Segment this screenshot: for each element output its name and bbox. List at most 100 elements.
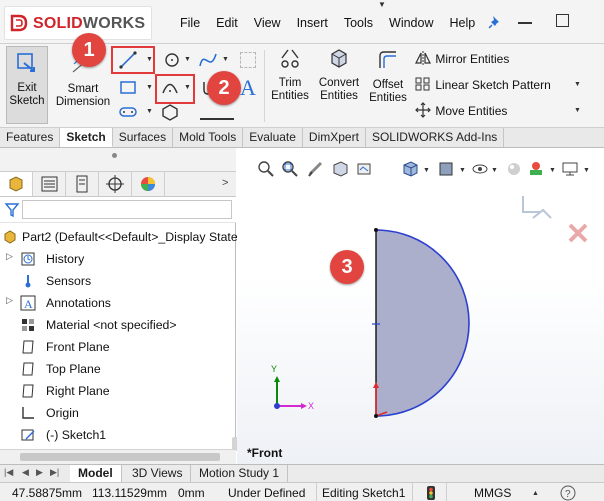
axis-x-label: X	[308, 401, 315, 411]
last-tab-icon[interactable]: ▶|	[50, 467, 59, 478]
circle-icon[interactable]	[162, 50, 182, 70]
panel-grip[interactable]	[112, 153, 117, 158]
dimxpert-manager-tab[interactable]	[99, 172, 132, 196]
convert-entities-button[interactable]: Convert Entities	[314, 48, 364, 103]
rectangle-icon[interactable]	[118, 78, 138, 98]
tab-surfaces[interactable]: Surfaces	[113, 128, 174, 147]
polygon-icon[interactable]	[160, 102, 180, 122]
tree-item-sensors[interactable]: Sensors	[0, 270, 236, 292]
tree-item-right-plane[interactable]: Right Plane	[0, 380, 236, 402]
chevron-down-icon[interactable]: ▼	[146, 84, 153, 91]
graphics-area[interactable]: ✕ ▼ ▼ ▼ ▼ ▼	[237, 148, 604, 464]
command-manager-tabs: Features Sketch Surfaces Mold Tools Eval…	[0, 128, 604, 148]
linear-sketch-pattern-button[interactable]: Linear Sketch Pattern	[414, 76, 551, 92]
display-manager-tab[interactable]	[132, 172, 165, 196]
rebuild-traffic-light-icon[interactable]	[426, 486, 436, 500]
tab-model[interactable]: Model	[70, 465, 122, 482]
spline-icon[interactable]	[198, 50, 218, 70]
chevron-down-icon[interactable]: ▼	[574, 81, 581, 88]
property-manager-tab[interactable]	[33, 172, 66, 196]
prev-tab-icon[interactable]: ◀	[22, 467, 29, 478]
tree-item-sketch1[interactable]: (-) Sketch1	[0, 424, 236, 446]
tab-solidworks-add-ins[interactable]: SOLIDWORKS Add-Ins	[366, 128, 505, 147]
status-sketch-state: Under Defined	[228, 486, 306, 500]
slot-icon[interactable]	[118, 102, 138, 122]
move-entities-button[interactable]: Move Entities	[414, 102, 507, 118]
menu-window[interactable]: Window	[381, 16, 441, 30]
tree-item-origin[interactable]: Origin	[0, 402, 236, 424]
mirror-entities-button[interactable]: Mirror Entities	[414, 50, 509, 66]
status-unit-system[interactable]: MMGS	[474, 486, 511, 500]
status-y-coordinate: 113.11529mm	[92, 486, 167, 500]
sketch-point[interactable]	[374, 414, 378, 418]
tree-item-top-plane[interactable]: Top Plane	[0, 358, 236, 380]
tab-features[interactable]: Features	[0, 128, 61, 147]
offset-entities-button[interactable]: Offset Entities	[366, 48, 410, 105]
configuration-manager-tab[interactable]	[66, 172, 99, 196]
highlight-line-tool	[111, 46, 155, 74]
sketch-point[interactable]	[374, 228, 378, 232]
chevron-down-icon[interactable]: ▼	[574, 107, 581, 114]
help-icon[interactable]: ?	[560, 485, 576, 501]
menu-edit[interactable]: Edit	[208, 16, 246, 30]
status-bar: 47.58875mm 113.11529mm 0mm Under Defined…	[0, 482, 604, 501]
ribbon-separator	[264, 50, 265, 122]
expand-icon[interactable]: ▷	[6, 251, 13, 262]
filter-icon[interactable]	[4, 202, 20, 218]
display-manager-icon	[141, 177, 155, 191]
feature-manager-tab[interactable]	[0, 172, 33, 196]
menu-bar: File Edit View Insert Tools Window Help	[172, 16, 483, 30]
move-icon	[415, 102, 431, 118]
chevron-down-icon[interactable]: ▼	[184, 56, 191, 63]
menu-file[interactable]: File	[172, 16, 208, 30]
grid-icon[interactable]	[240, 52, 256, 68]
chevron-down-icon[interactable]: ▼	[222, 56, 229, 63]
horizontal-scrollbar[interactable]	[0, 449, 236, 464]
exit-sketch-button[interactable]: Exit Sketch	[6, 46, 48, 124]
next-tab-icon[interactable]: ▶	[36, 467, 43, 478]
menu-insert[interactable]: Insert	[289, 16, 336, 30]
history-icon	[21, 252, 35, 266]
tab-motion-study-1[interactable]: Motion Study 1	[191, 465, 289, 482]
chevron-up-icon[interactable]: ▲	[532, 490, 539, 497]
chevron-down-icon[interactable]: ▼	[146, 108, 153, 115]
brand-name: SOLIDWORKS	[33, 15, 146, 32]
tree-item-front-plane[interactable]: Front Plane	[0, 336, 236, 358]
mirror-icon	[415, 51, 431, 65]
trim-entities-button[interactable]: Trim Entities	[266, 48, 314, 103]
scrollbar-thumb[interactable]	[20, 453, 220, 461]
feature-manager-panel: > Part2 (Default<<Default>_Display State…	[0, 148, 241, 464]
property-manager-icon	[41, 176, 58, 192]
construction-line-icon[interactable]	[200, 118, 234, 120]
chevron-down-icon[interactable]: ▼	[378, 0, 386, 9]
tab-3d-views[interactable]: 3D Views	[124, 465, 192, 482]
ds-logo-icon	[10, 14, 28, 32]
svg-text:?: ?	[565, 489, 571, 500]
pin-icon[interactable]	[487, 14, 503, 30]
sensor-icon	[25, 275, 31, 288]
tree-item-material[interactable]: Material <not specified>	[0, 314, 236, 336]
sketch-canvas[interactable]	[237, 148, 604, 464]
tab-mold-tools[interactable]: Mold Tools	[173, 128, 244, 147]
tab-evaluate[interactable]: Evaluate	[243, 128, 303, 147]
highlight-arc-tool	[155, 74, 195, 104]
annotation-badge-3: 3	[330, 250, 364, 284]
minimize-icon[interactable]	[518, 22, 532, 24]
menu-view[interactable]: View	[246, 16, 289, 30]
configuration-manager-icon	[76, 175, 88, 193]
tab-sketch[interactable]: Sketch	[60, 128, 113, 147]
expand-icon[interactable]: ▷	[6, 295, 13, 306]
tree-root-part[interactable]: Part2 (Default<<Default>_Display State	[0, 226, 238, 248]
first-tab-icon[interactable]: |◀	[4, 467, 13, 478]
tree-item-annotations[interactable]: ▷ A Annotations	[0, 292, 236, 314]
tree-item-history[interactable]: ▷ History	[0, 248, 236, 270]
half-circle-region	[376, 230, 469, 416]
menu-tools[interactable]: Tools	[336, 16, 381, 30]
solidworks-logo[interactable]: SOLIDWORKS	[4, 6, 152, 40]
maximize-icon[interactable]	[556, 14, 569, 27]
chevron-right-icon[interactable]: >	[222, 177, 228, 189]
filter-input[interactable]	[22, 200, 232, 219]
menu-help[interactable]: Help	[442, 16, 484, 30]
tab-dimxpert[interactable]: DimXpert	[303, 128, 366, 147]
text-icon[interactable]: A	[238, 74, 260, 100]
